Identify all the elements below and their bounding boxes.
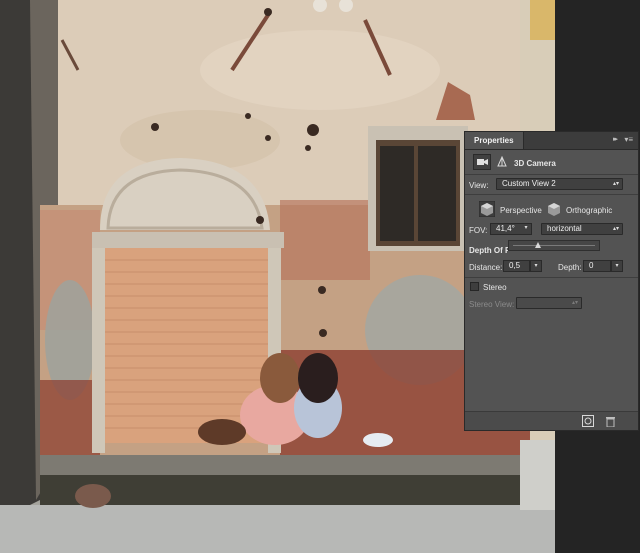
distance-value: 0,5 — [509, 261, 521, 270]
camera-icon-button[interactable] — [473, 154, 491, 170]
trash-icon[interactable] — [605, 415, 616, 427]
render-icon[interactable] — [582, 415, 594, 427]
panel-footer — [465, 411, 638, 430]
chevron-updown-icon: ▴▾ — [571, 300, 578, 306]
view-dropdown[interactable]: Custom View 2 ▴▾ — [496, 178, 623, 190]
chevron-updown-icon: ▴▾ — [612, 181, 619, 187]
view-dropdown-value: Custom View 2 — [502, 179, 556, 188]
depth-of-field-label: Depth Of F — [469, 246, 510, 255]
panel-tab-bar: Properties ▸▸ ▾≡ — [465, 132, 638, 150]
distance-field[interactable]: 0,5 — [503, 260, 530, 272]
camera-title: 3D Camera — [514, 159, 556, 168]
fov-dropdown-arrow[interactable]: ▾ — [520, 223, 532, 235]
stereo-checkbox[interactable] — [470, 282, 479, 291]
chevron-updown-icon: ▴▾ — [612, 226, 619, 232]
stereo-view-dropdown[interactable]: ▴▾ — [516, 297, 582, 309]
distance-dropdown-arrow[interactable]: ▾ — [530, 260, 542, 272]
depth-label: Depth: — [558, 263, 582, 272]
distance-label: Distance: — [469, 263, 503, 272]
camera-icon — [477, 159, 488, 165]
dof-slider-track — [513, 245, 595, 246]
dof-slider-thumb[interactable] — [534, 242, 541, 248]
perspective-label[interactable]: Perspective — [500, 206, 542, 215]
perspective-cube-icon[interactable] — [479, 201, 495, 217]
divider — [465, 174, 638, 175]
properties-panel: Properties ▸▸ ▾≡ 3D Camera View: Custom … — [464, 131, 639, 431]
fov-unit-dropdown[interactable]: horizontal ▴▾ — [541, 223, 623, 235]
orthographic-cube-icon[interactable] — [547, 202, 561, 216]
3d-scene-icon[interactable] — [496, 156, 508, 168]
view-label: View: — [469, 181, 489, 190]
depth-field[interactable]: 0 — [583, 260, 611, 272]
fov-label: FOV: — [469, 226, 488, 235]
depth-dropdown-arrow[interactable]: ▾ — [611, 260, 623, 272]
fov-unit-value: horizontal — [547, 224, 582, 233]
properties-tab[interactable]: Properties — [465, 132, 524, 149]
fov-value: 41,4° — [496, 224, 515, 233]
dof-slider[interactable] — [508, 240, 600, 251]
panel-menu-button[interactable]: ▾≡ — [624, 135, 633, 144]
orthographic-label[interactable]: Orthographic — [566, 206, 612, 215]
depth-value: 0 — [589, 261, 594, 270]
divider — [465, 194, 638, 195]
stereo-label[interactable]: Stereo — [483, 283, 507, 292]
divider — [465, 277, 638, 278]
stereo-view-label: Stereo View: — [469, 300, 515, 309]
collapse-panel-button[interactable]: ▸▸ — [613, 135, 618, 143]
